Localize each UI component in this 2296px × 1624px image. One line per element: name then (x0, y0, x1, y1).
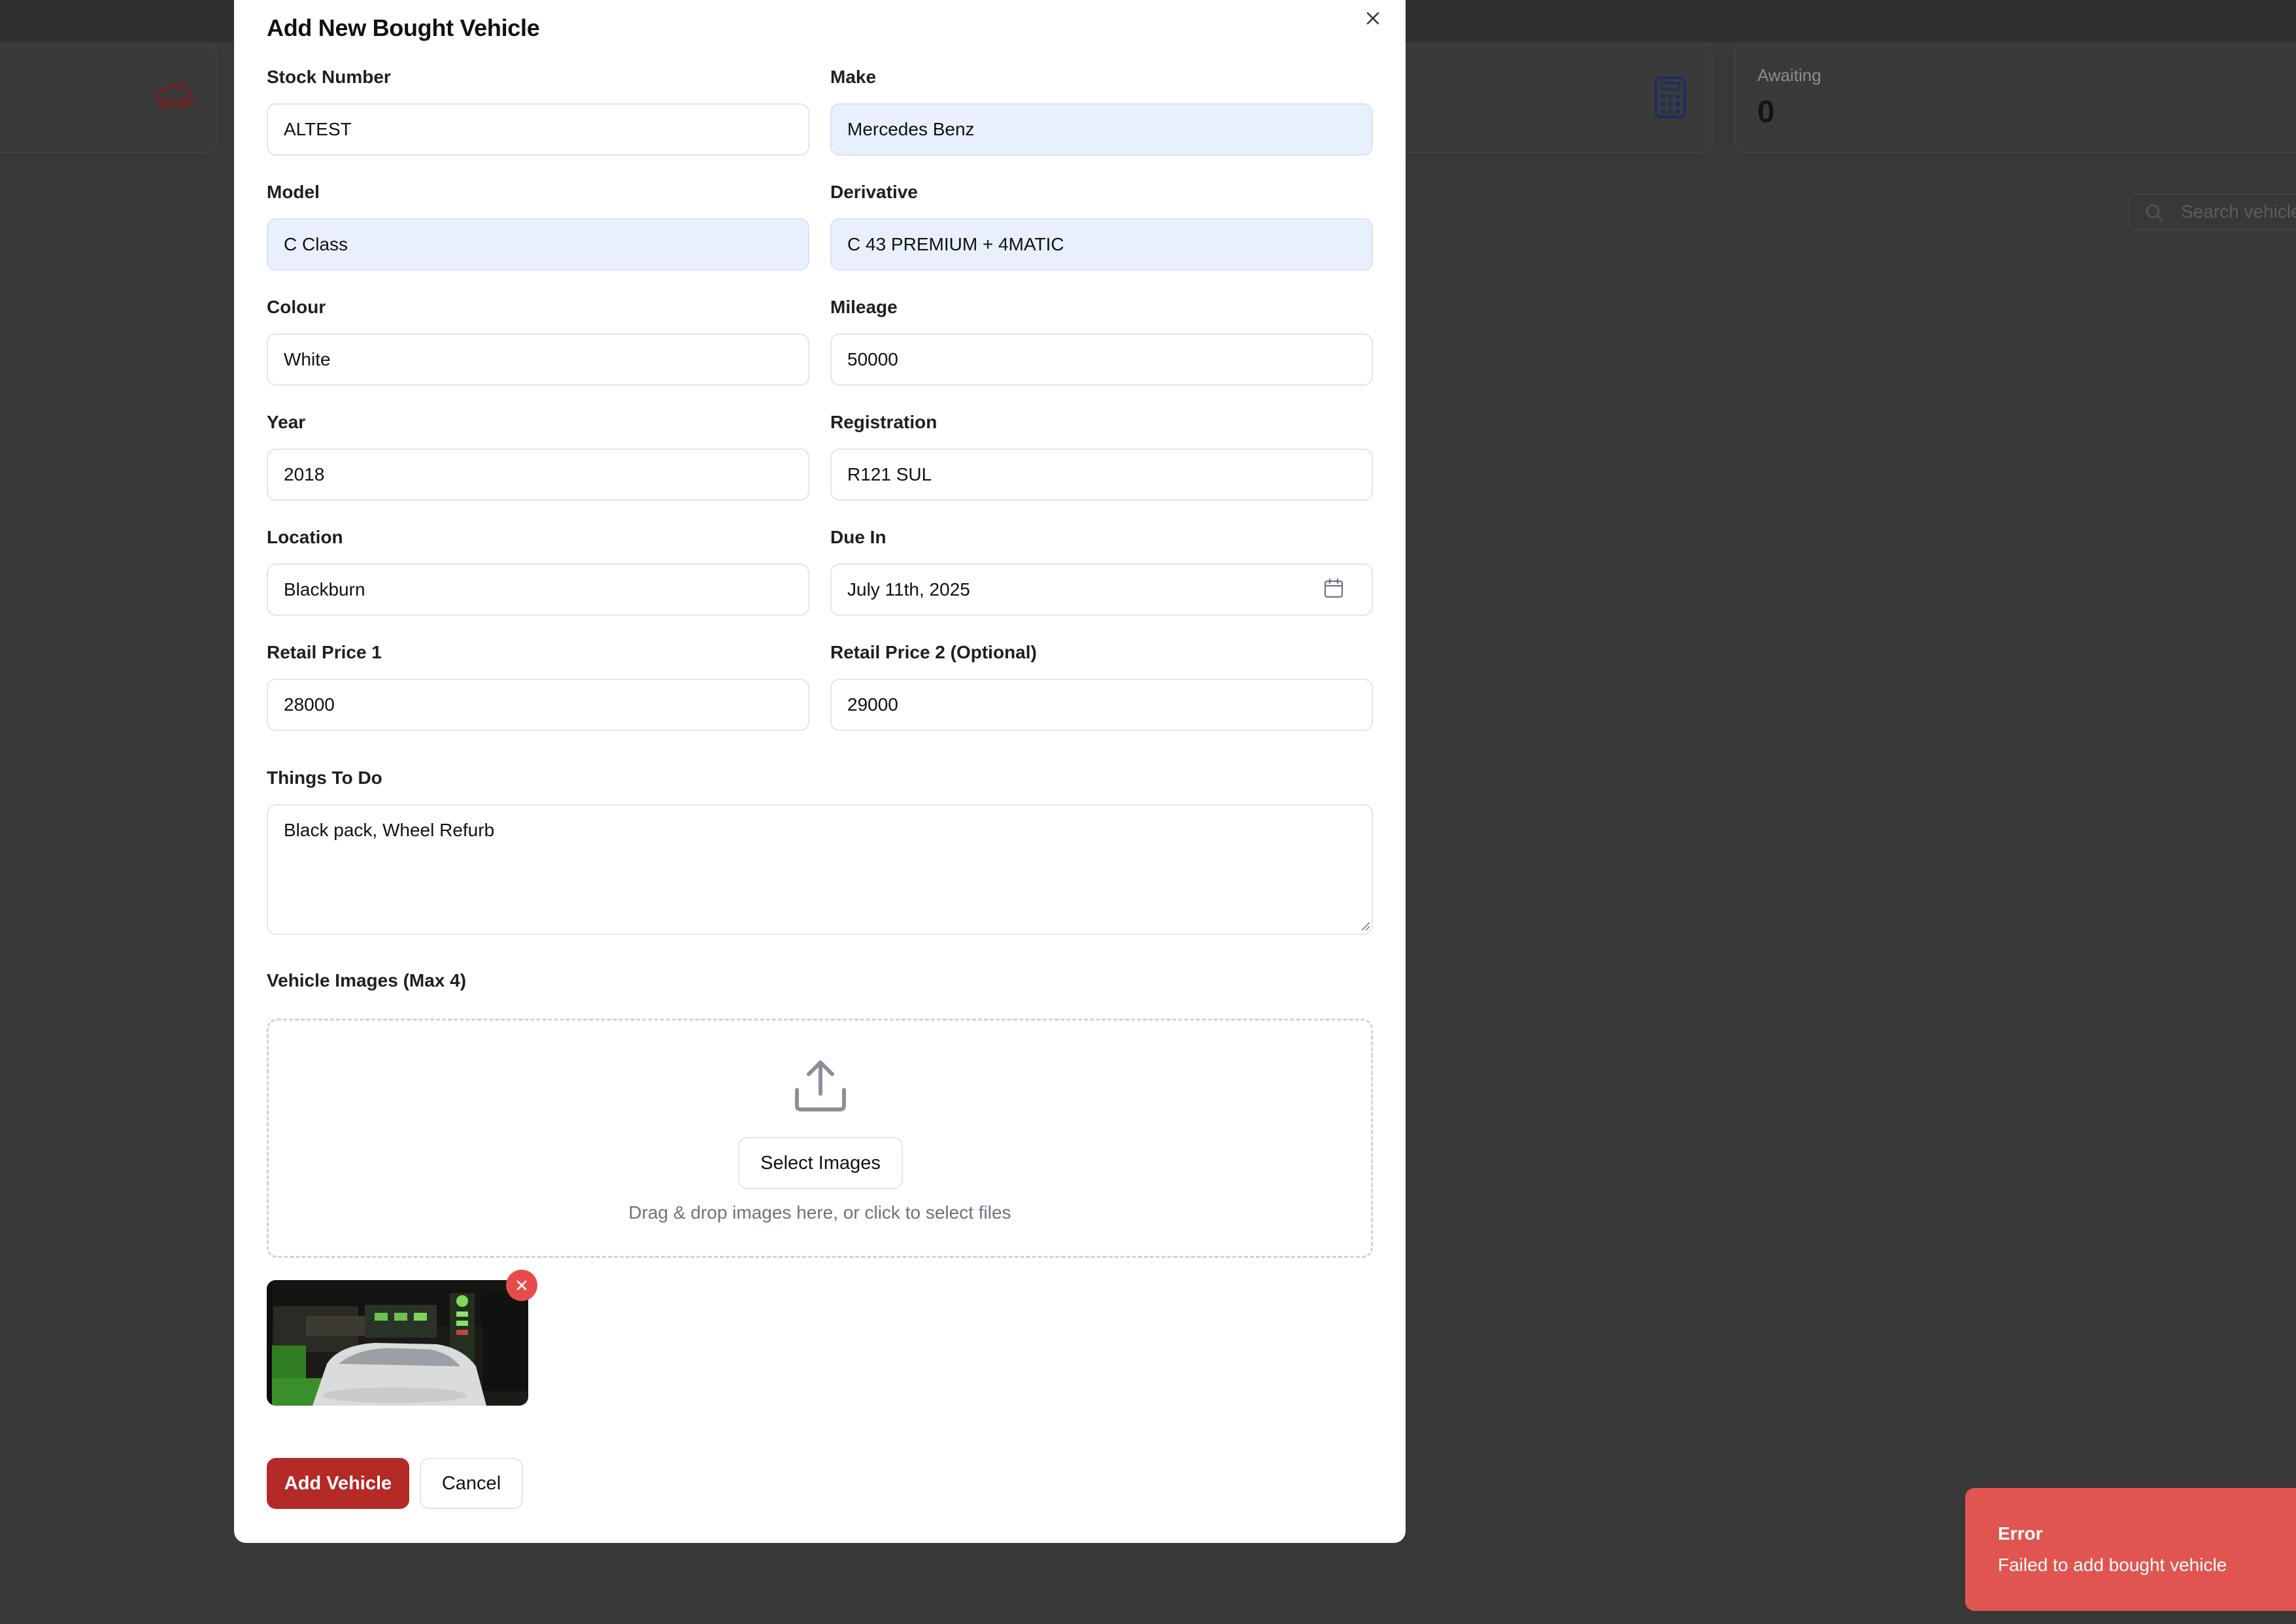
image-dropzone[interactable]: Select Images Drag & drop images here, o… (267, 1019, 1373, 1258)
derivative-label: Derivative (830, 182, 918, 202)
toast-message: Failed to add bought vehicle (1998, 1555, 2227, 1575)
toast-title: Error (1998, 1523, 2043, 1544)
colour-input[interactable] (267, 333, 809, 386)
due-in-date-picker[interactable] (830, 564, 1373, 616)
retail-price-1-label: Retail Price 1 (267, 642, 382, 662)
select-images-button[interactable]: Select Images (738, 1137, 903, 1189)
upload-icon (792, 1057, 849, 1118)
remove-image-button[interactable] (506, 1270, 537, 1301)
add-vehicle-button[interactable]: Add Vehicle (267, 1458, 409, 1509)
stock-number-label: Stock Number (267, 67, 391, 87)
derivative-input[interactable] (830, 218, 1373, 271)
retail-price-1-input[interactable] (267, 679, 809, 731)
things-to-do-label: Things To Do (267, 768, 382, 788)
make-label: Make (830, 67, 877, 87)
stat-label: Awaiting (1757, 65, 1821, 85)
colour-label: Colour (267, 297, 326, 317)
year-input[interactable] (267, 448, 809, 501)
search-icon (2144, 203, 2164, 226)
modal-title: Add New Bought Vehicle (267, 14, 540, 41)
registration-input[interactable] (830, 448, 1373, 501)
things-to-do-textarea[interactable]: Black pack, Wheel Refurb (267, 804, 1373, 935)
stat-value: 0 (1757, 95, 1775, 129)
stock-number-input[interactable] (267, 103, 809, 156)
retail-price-2-label: Retail Price 2 (Optional) (830, 642, 1037, 662)
registration-label: Registration (830, 412, 937, 432)
vehicle-image-thumbnail (267, 1280, 528, 1406)
mileage-label: Mileage (830, 297, 898, 317)
model-label: Model (267, 182, 320, 202)
calendar-icon[interactable] (1323, 578, 1344, 602)
retail-price-2-input[interactable] (830, 679, 1373, 731)
cancel-button[interactable]: Cancel (420, 1458, 523, 1509)
resize-grip-icon[interactable] (1360, 921, 1370, 934)
location-label: Location (267, 527, 343, 547)
model-input[interactable] (267, 218, 809, 271)
mileage-input[interactable] (830, 333, 1373, 386)
due-in-label: Due In (830, 527, 886, 547)
calculator-icon (1654, 76, 1687, 122)
close-icon (516, 1280, 527, 1291)
car-icon (154, 84, 195, 113)
vehicle-images-label: Vehicle Images (Max 4) (267, 970, 467, 990)
add-vehicle-modal: Add New Bought Vehicle Stock Number Make… (234, 0, 1406, 1543)
year-label: Year (267, 412, 306, 432)
search-input[interactable] (2181, 201, 2296, 222)
make-input[interactable] (830, 103, 1373, 156)
location-input[interactable] (267, 564, 809, 616)
close-icon (1366, 12, 1379, 25)
close-button[interactable] (1360, 5, 1386, 31)
stat-card-awaiting (1734, 43, 2296, 153)
dropzone-hint: Drag & drop images here, or click to sel… (628, 1202, 1011, 1223)
error-toast[interactable]: Error Failed to add bought vehicle (1965, 1488, 2296, 1611)
